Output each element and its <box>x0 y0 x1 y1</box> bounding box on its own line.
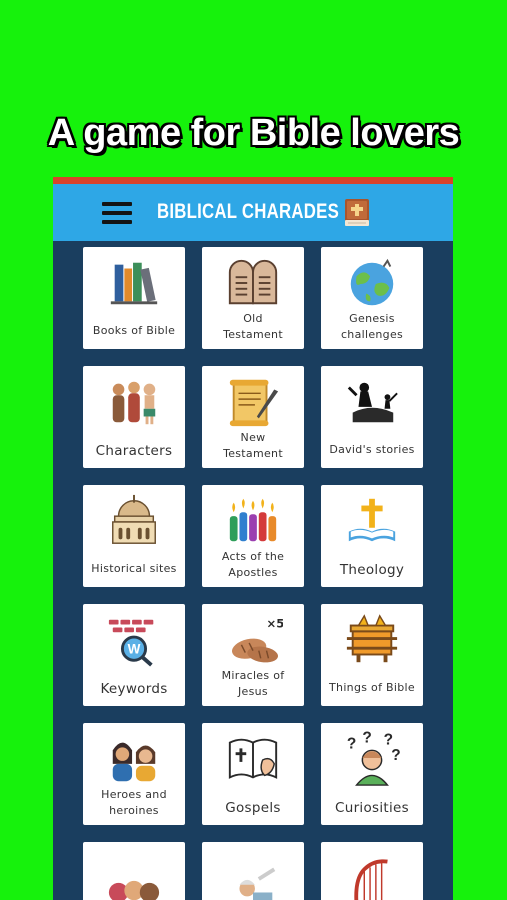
heroes-people-icon <box>112 742 156 782</box>
hamburger-menu-icon[interactable] <box>100 197 136 227</box>
david-goliath-icon <box>347 382 398 423</box>
temple-dome-icon <box>112 494 156 544</box>
category-tile[interactable]: ???? Curiosities <box>321 723 423 825</box>
bible-book-icon <box>345 199 369 226</box>
keyboard-search-icon: W <box>108 619 154 667</box>
category-label: Keywords <box>100 681 168 697</box>
category-label: Old Testament <box>223 312 283 341</box>
category-tile[interactable]: Historical sites <box>83 485 185 587</box>
app-title: BIBLICAL CHARADES <box>157 200 340 223</box>
category-label: Books of Bible <box>92 324 176 337</box>
category-label: Heroes and heroines <box>101 788 167 817</box>
earth-globe-icon <box>350 258 394 306</box>
category-label: Curiosities <box>334 800 409 816</box>
elder-person-icon <box>239 867 276 900</box>
svg-text:W: W <box>128 642 141 657</box>
category-tile[interactable]: Theology <box>321 485 423 587</box>
category-tile[interactable] <box>83 842 185 900</box>
phone-screen: BIBLICAL CHARADES Books of Bible Old Testa… <box>53 177 453 900</box>
category-tile[interactable] <box>202 842 304 900</box>
category-label: Characters <box>95 443 173 459</box>
category-tile[interactable]: Characters <box>83 366 185 468</box>
category-tile[interactable]: Old Testament <box>202 247 304 349</box>
category-tile[interactable]: Things of Bible <box>321 604 423 706</box>
category-tile[interactable]: Books of Bible <box>83 247 185 349</box>
svg-text:?: ? <box>391 747 400 764</box>
category-label: David's stories <box>329 443 415 456</box>
category-label: Things of Bible <box>329 681 415 694</box>
status-accent-strip <box>53 177 453 184</box>
pentecost-flames-icon <box>229 498 277 542</box>
stone-tablets-icon <box>228 259 278 305</box>
quantity-badge: ×5 <box>267 616 283 630</box>
category-tile[interactable]: New Testament <box>202 366 304 468</box>
category-label: Theology <box>339 562 405 578</box>
loaves-bread-icon: ×5 <box>232 616 283 663</box>
category-tile[interactable]: Genesis challenges <box>321 247 423 349</box>
category-label: Miracles of Jesus <box>221 669 285 698</box>
svg-text:?: ? <box>384 732 393 749</box>
app-bar: BIBLICAL CHARADES <box>53 184 453 241</box>
svg-text:?: ? <box>347 735 356 752</box>
category-label: Historical sites <box>91 562 177 575</box>
gospel-book-icon <box>228 738 278 779</box>
category-label: Gospels <box>225 800 281 816</box>
category-label: New Testament <box>223 431 283 460</box>
category-label: Genesis challenges <box>340 312 404 341</box>
group-people-icon <box>108 880 160 900</box>
category-tile[interactable] <box>321 842 423 900</box>
harp-icon <box>354 859 388 900</box>
svg-text:?: ? <box>362 731 371 747</box>
category-tile[interactable]: Gospels <box>202 723 304 825</box>
ark-covenant-icon <box>346 614 398 663</box>
promo-headline: A game for Bible lovers <box>47 112 460 154</box>
category-tile[interactable]: Acts of the Apostles <box>202 485 304 587</box>
category-label: Acts of the Apostles <box>221 550 285 579</box>
biblical-people-icon <box>112 381 156 425</box>
category-tile[interactable]: W Keywords <box>83 604 185 706</box>
scroll-quill-icon <box>229 379 279 427</box>
cross-open-bible-icon <box>348 498 396 542</box>
books-icon <box>110 262 158 305</box>
question-marks-person-icon: ???? <box>347 731 401 786</box>
category-tile[interactable]: David's stories <box>321 366 423 468</box>
category-tile[interactable]: ×5 Miracles of Jesus <box>202 604 304 706</box>
category-tile[interactable]: Heroes and heroines <box>83 723 185 825</box>
